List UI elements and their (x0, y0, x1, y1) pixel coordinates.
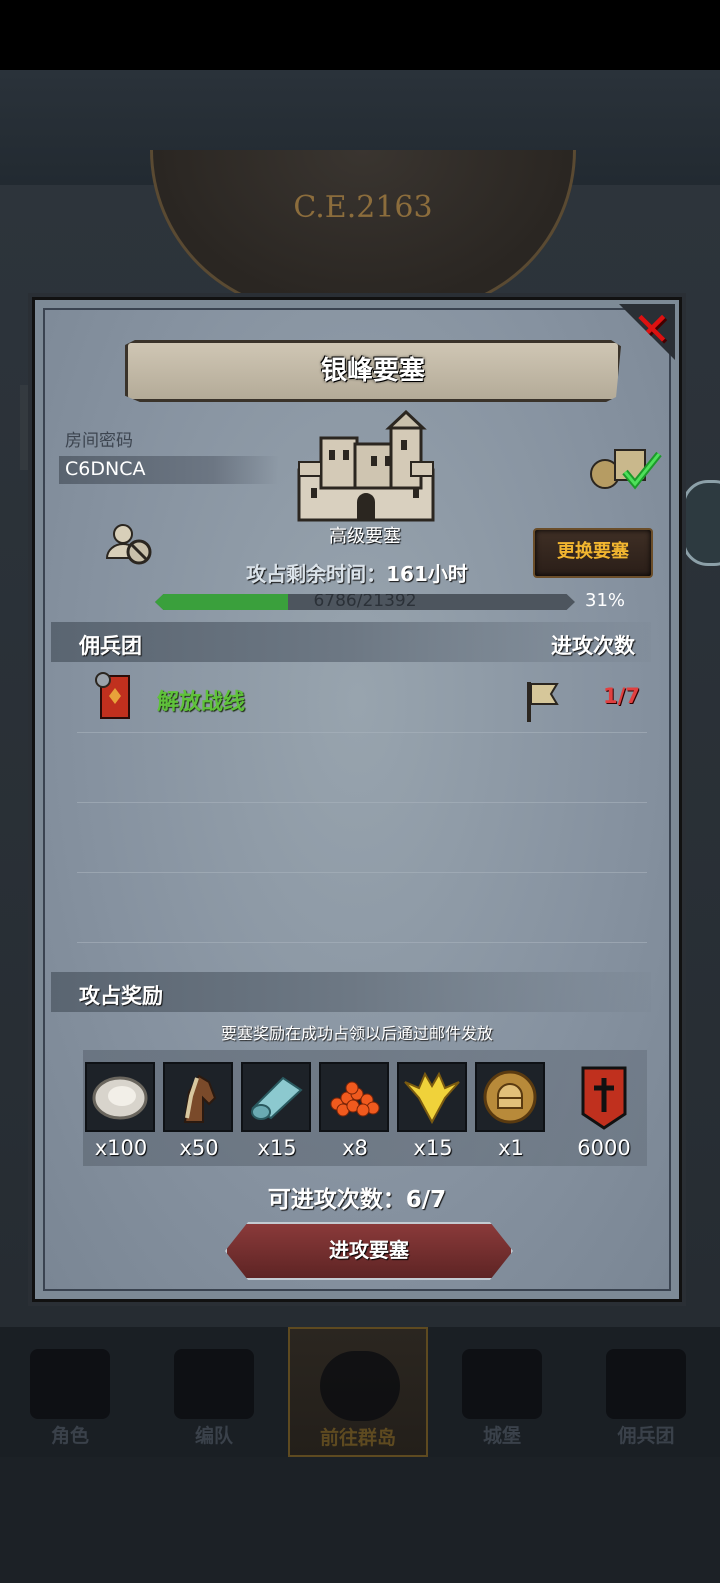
title-banner: 银峰要塞 (125, 340, 621, 402)
nav-item-mercenary[interactable]: 佣兵团 (576, 1327, 716, 1457)
reward-qty: x50 (179, 1136, 219, 1160)
fortress-icon (297, 410, 435, 522)
nav-label: 角色 (50, 1425, 89, 1447)
reward-header: 攻占奖励 (79, 984, 163, 1008)
nav-item-islands[interactable]: 前往群岛 (288, 1327, 428, 1457)
castle-icon (462, 1349, 542, 1419)
remaining-time: 攻占剩余时间：161小时 (45, 558, 669, 587)
guild-banner-icon (559, 1062, 649, 1132)
reward-qty: x1 (498, 1136, 524, 1160)
room-code-label: 房间密码 (65, 431, 133, 451)
reward-list: x100 x50 x15 x8 x15 x1 6000 (83, 1050, 647, 1166)
reward-item[interactable]: 6000 (559, 1062, 649, 1160)
row-divider (77, 802, 647, 803)
mercenary-name[interactable]: 解放战线 (157, 684, 245, 716)
modal-panel: 银峰要塞 ✕ 房间密码 C6DNCA 高级要塞 更换要塞 攻占剩余时间：161小… (43, 304, 675, 1291)
attackable-count: 可进攻次数：6/7 (45, 1180, 669, 1214)
flag-icon (527, 682, 559, 722)
attackable-count-label: 可进攻次数： (267, 1187, 406, 1213)
helmet-coin-icon (475, 1062, 545, 1132)
oyster-icon (85, 1062, 155, 1132)
row-divider (77, 872, 647, 873)
mercenary-attack-count: 1/7 (603, 684, 640, 708)
close-icon: ✕ (632, 302, 671, 356)
reward-qty: x15 (257, 1136, 297, 1160)
horse-icon (163, 1062, 233, 1132)
cloth-icon (241, 1062, 311, 1132)
side-handle[interactable] (682, 480, 720, 566)
row-divider (77, 942, 647, 943)
attackable-count-value: 6/7 (405, 1187, 447, 1213)
roe-icon (319, 1062, 389, 1132)
room-code: C6DNCA (65, 458, 146, 480)
nav-item-formation[interactable]: 编队 (144, 1327, 284, 1457)
nav-label: 佣兵团 (617, 1425, 675, 1447)
compass-icon (320, 1351, 400, 1421)
remaining-time-label: 攻占剩余时间： (246, 562, 387, 586)
nav-label: 编队 (194, 1425, 233, 1447)
mercenary-icon (606, 1349, 686, 1419)
mercenary-header: 佣兵团 (79, 634, 142, 658)
reward-item[interactable]: x50 (163, 1062, 235, 1160)
knight-icon (30, 1349, 110, 1419)
reward-description: 要塞奖励在成功占领以后通过邮件发放 (220, 1024, 493, 1043)
capture-progress-bar: 6786/21392 (155, 594, 575, 610)
mercenary-banner-icon (95, 672, 130, 719)
nav-item-castle[interactable]: 城堡 (432, 1327, 572, 1457)
close-button[interactable]: ✕ (619, 304, 675, 360)
fortress-grade: 高级要塞 (329, 526, 401, 547)
reward-qty: x15 (413, 1136, 453, 1160)
footer-area (0, 1457, 720, 1583)
remaining-time-value: 161小时 (386, 562, 468, 586)
capture-progress-text: 6786/21392 (313, 591, 417, 611)
reward-item[interactable]: x1 (475, 1062, 547, 1160)
loot-claimed-icon (590, 449, 662, 490)
modal-title: 银峰要塞 (320, 356, 425, 386)
reward-qty: 6000 (577, 1136, 631, 1160)
reward-item[interactable]: x15 (397, 1062, 469, 1160)
nav-item-character[interactable]: 角色 (0, 1327, 140, 1457)
capture-progress-percent: 31% (585, 590, 626, 611)
reward-item[interactable]: x100 (85, 1062, 157, 1160)
status-bar (0, 0, 720, 70)
nav-label: 前往群岛 (319, 1427, 396, 1449)
nav-label: 城堡 (482, 1425, 521, 1447)
era-year: C.E.2163 (293, 190, 433, 225)
bottom-nav: 角色 编队 前往群岛 城堡 佣兵团 (0, 1327, 720, 1457)
reward-qty: x8 (342, 1136, 368, 1160)
attack-count-header: 进攻次数 (551, 634, 635, 658)
reward-item[interactable]: x8 (319, 1062, 391, 1160)
row-divider (77, 732, 647, 733)
reward-item[interactable]: x15 (241, 1062, 313, 1160)
gold-crest-icon (397, 1062, 467, 1132)
reward-qty: x100 (94, 1136, 148, 1160)
helmet-icon (174, 1349, 254, 1419)
fortress-modal: 银峰要塞 ✕ 房间密码 C6DNCA 高级要塞 更换要塞 攻占剩余时间：161小… (32, 297, 682, 1302)
attack-fortress-button[interactable]: 进攻要塞 (225, 1222, 513, 1280)
